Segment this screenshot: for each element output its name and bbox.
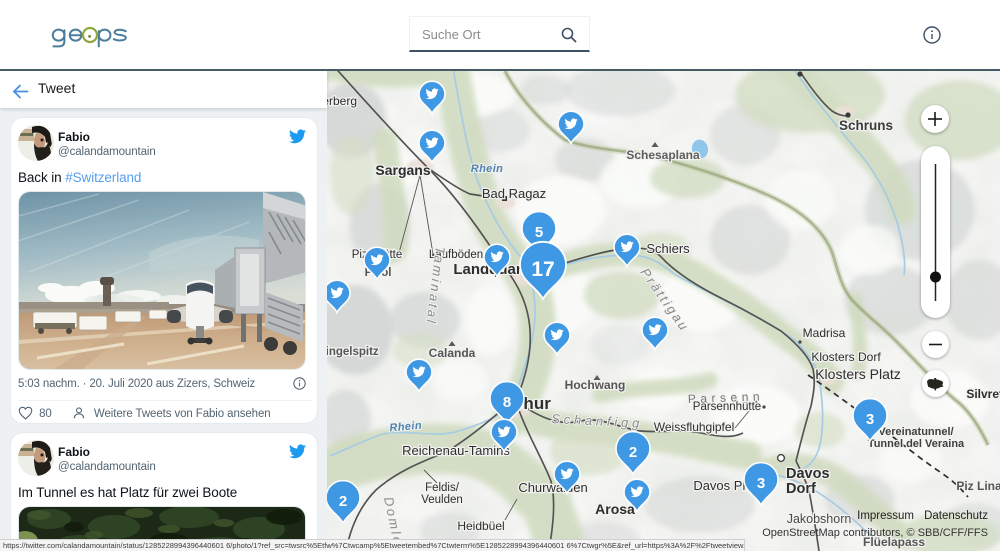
- svg-text:Ringelspitz: Ringelspitz: [327, 346, 379, 358]
- svg-text:17: 17: [531, 258, 554, 281]
- svg-text:Jakobshorn: Jakobshorn: [787, 512, 852, 526]
- svg-text:Tunnel del Veraina: Tunnel del Veraina: [868, 438, 965, 450]
- svg-text:Hochwang: Hochwang: [565, 378, 626, 392]
- svg-text:Rhein: Rhein: [471, 163, 504, 175]
- svg-text:8: 8: [503, 394, 511, 411]
- svg-text:Schiers: Schiers: [646, 241, 690, 256]
- svg-text:3: 3: [757, 475, 765, 492]
- svg-text:Feldis/: Feldis/: [425, 482, 460, 494]
- svg-text:Klosters Dorf: Klosters Dorf: [811, 350, 881, 364]
- svg-text:Impressum: Impressum: [857, 510, 914, 522]
- svg-text:Sargans: Sargans: [375, 162, 430, 178]
- svg-text:Silvretta: Silvretta: [966, 387, 1000, 401]
- svg-text:2: 2: [629, 444, 637, 461]
- svg-text:2: 2: [339, 493, 347, 510]
- svg-text:Heidbüel: Heidbüel: [457, 519, 504, 533]
- svg-text:Piz Linard: Piz Linard: [956, 479, 1000, 493]
- svg-text:Datenschutz: Datenschutz: [924, 510, 988, 522]
- svg-text:Flumserberg: Flumserberg: [327, 94, 357, 108]
- svg-text:Davos: Davos: [786, 466, 830, 482]
- svg-text:Weissfluhgipfel: Weissfluhgipfel: [654, 420, 734, 434]
- svg-text:Arosa: Arosa: [595, 501, 635, 517]
- svg-text:Calanda: Calanda: [429, 346, 476, 360]
- svg-text:Veulden: Veulden: [421, 494, 463, 506]
- svg-text:Schesaplana: Schesaplana: [626, 148, 700, 162]
- svg-text:3: 3: [866, 411, 874, 428]
- svg-text:Parsenn: Parsenn: [688, 389, 765, 406]
- svg-text:Klosters Platz: Klosters Platz: [815, 366, 901, 382]
- svg-text:Reichenau-Tamins: Reichenau-Tamins: [402, 443, 510, 458]
- svg-text:Madrisa: Madrisa: [803, 326, 846, 340]
- svg-text:5: 5: [535, 224, 543, 241]
- svg-text:Dorf: Dorf: [786, 481, 816, 497]
- svg-text:OpenStreetMap contributors, ©: OpenStreetMap contributors, © SBB/CFF/FF…: [762, 527, 988, 539]
- svg-text:Bad Ragaz: Bad Ragaz: [482, 186, 546, 201]
- svg-text:Vereinatunnel/: Vereinatunnel/: [878, 426, 953, 438]
- svg-text:Schruns: Schruns: [839, 118, 893, 133]
